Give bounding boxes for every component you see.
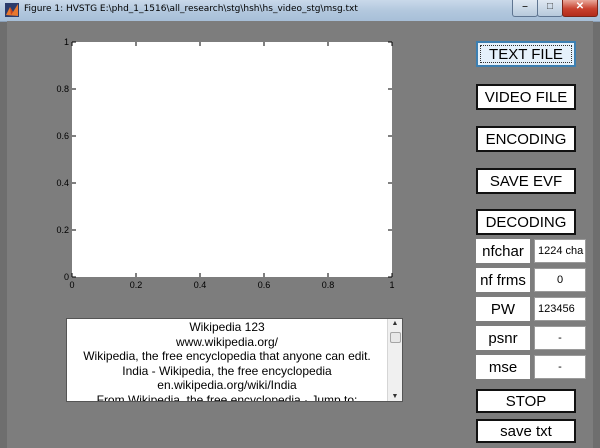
x-tick-label: 0.6 [258,280,271,290]
decoding-button[interactable]: DECODING [476,209,576,235]
y-tick-label: 0.6 [56,131,69,141]
x-tick-label: 0.4 [194,280,207,290]
list-item: From Wikipedia, the free encyclopedia · … [96,392,358,402]
video-file-button[interactable]: VIDEO FILE [476,84,576,110]
x-tick-label: 0.8 [322,280,335,290]
save-txt-button[interactable]: save txt [476,419,576,443]
x-tick-label: 0.2 [130,280,143,290]
pw-label: PW [476,297,530,321]
nfchar-field[interactable]: 1224 cha [534,239,586,263]
plot-area [72,42,392,277]
mse-label: mse [476,355,530,379]
scroll-down-icon[interactable]: ▼ [388,393,402,400]
list-item: Wikipedia 123 [189,320,265,334]
psnr-field[interactable]: - [534,326,586,350]
listbox-lines: Wikipedia 123 www.wikipedia.org/ Wikiped… [67,320,387,402]
mse-field[interactable]: - [534,355,586,379]
list-item: India - Wikipedia, the free encyclopedia [122,363,332,378]
text-file-button[interactable]: TEXT FILE [476,41,576,67]
message-listbox[interactable]: Wikipedia 123 www.wikipedia.org/ Wikiped… [66,318,403,402]
nf-frms-label: nf frms [476,268,530,292]
psnr-label: psnr [476,326,530,350]
scroll-thumb[interactable] [390,332,401,343]
list-item: www.wikipedia.org/ [175,334,279,349]
y-tick-label: 0 [64,272,69,282]
listbox-scrollbar[interactable]: ▲ ▼ [387,319,402,401]
x-tick-label: 0 [69,280,74,290]
encoding-button[interactable]: ENCODING [476,126,576,152]
list-item: Wikipedia, the free encyclopedia that an… [83,349,371,363]
save-evf-button[interactable]: SAVE EVF [476,168,576,194]
list-item: en.wikipedia.org/wiki/India [157,378,297,392]
y-tick-label: 0.8 [56,84,69,94]
stop-button[interactable]: STOP [476,389,576,413]
y-tick-label: 0.4 [56,178,69,188]
scroll-up-icon[interactable]: ▲ [388,320,402,327]
nf-frms-field[interactable]: 0 [534,268,586,292]
x-tick-label: 1 [389,280,394,290]
y-tick-label: 1 [64,37,69,47]
pw-field[interactable]: 123456 [534,297,586,321]
y-tick-label: 0.2 [56,225,69,235]
nfchar-label: nfchar [476,239,530,263]
